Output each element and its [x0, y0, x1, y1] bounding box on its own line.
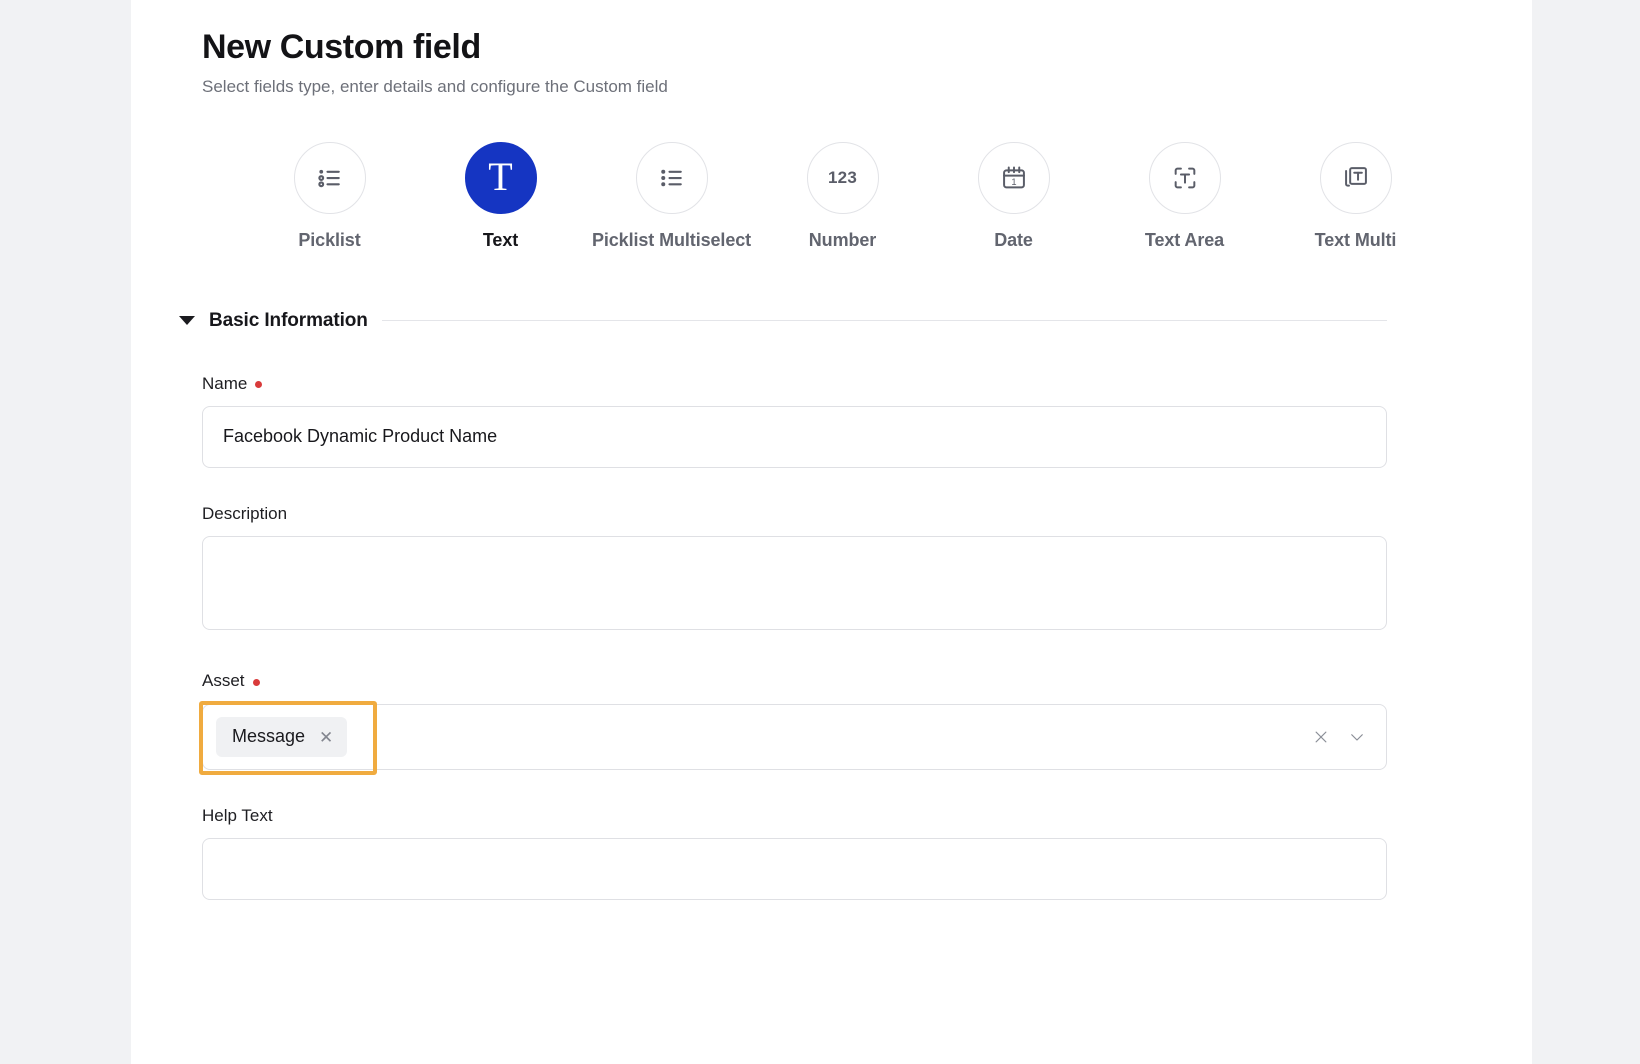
name-input[interactable] [202, 406, 1387, 468]
serif-t-glyph: T [488, 157, 512, 197]
field-type-label: Text Multi [1315, 230, 1397, 252]
field-label-description: Description [202, 504, 1387, 524]
serif-t-icon: T [465, 142, 537, 214]
calendar-icon: 1 [978, 142, 1050, 214]
section-title: Basic Information [209, 310, 368, 332]
field-type-label: Picklist Multiselect [592, 230, 751, 252]
field-label-name: Name [202, 374, 1387, 394]
close-icon[interactable] [1312, 728, 1330, 746]
field-type-option-picklist[interactable]: Picklist [244, 142, 415, 252]
label-text: Description [202, 504, 287, 524]
field-type-label: Text Area [1145, 230, 1224, 252]
field-help-text: Help Text [202, 806, 1387, 905]
text-area-icon [1149, 142, 1221, 214]
section-header-basic-information[interactable]: Basic Information [179, 310, 1532, 332]
chip-label: Message [232, 726, 305, 748]
text-multi-icon [1320, 142, 1392, 214]
field-type-option-text-area[interactable]: Text Area [1099, 142, 1270, 252]
svg-text:1: 1 [1011, 176, 1016, 186]
field-name: Name [202, 374, 1387, 468]
label-text: Name [202, 374, 247, 394]
chevron-down-icon[interactable] [1348, 728, 1366, 746]
field-type-label: Text [483, 230, 518, 252]
field-description: Description [202, 504, 1387, 635]
page-subtitle: Select fields type, enter details and co… [202, 76, 1532, 98]
number-glyph: 123 [828, 168, 857, 188]
field-type-option-text[interactable]: T Text [415, 142, 586, 252]
page-title: New Custom field [202, 26, 1532, 69]
asset-actions [1312, 728, 1366, 746]
field-type-option-text-multi[interactable]: Text Multi [1270, 142, 1441, 252]
asset-chip-message[interactable]: Message ✕ [216, 717, 347, 757]
label-text: Help Text [202, 806, 273, 826]
field-type-option-picklist-multiselect[interactable]: Picklist Multiselect [586, 142, 757, 252]
asset-multiselect[interactable]: Message ✕ [202, 704, 1387, 770]
required-indicator-icon [253, 679, 260, 686]
field-type-picker: Picklist T Text [131, 98, 1532, 252]
field-type-option-date[interactable]: 1 Date [928, 142, 1099, 252]
close-icon[interactable]: ✕ [319, 729, 333, 746]
right-gutter [1532, 0, 1640, 1064]
page-root: New Custom field Select fields type, ent… [0, 0, 1640, 1064]
page-header: New Custom field Select fields type, ent… [131, 0, 1532, 98]
field-label-help-text: Help Text [202, 806, 1387, 826]
bulleted-list-icon [636, 142, 708, 214]
label-text: Asset [202, 671, 245, 691]
field-type-option-number[interactable]: 123 Number [757, 142, 928, 252]
help-text-textarea[interactable] [202, 838, 1387, 900]
section-divider [382, 320, 1387, 321]
content-panel: New Custom field Select fields type, ent… [131, 0, 1532, 1064]
caret-down-icon[interactable] [179, 316, 195, 325]
field-label-asset: Asset [202, 671, 1387, 691]
description-textarea[interactable] [202, 536, 1387, 630]
custom-field-form: Name Description Asset [131, 374, 1532, 906]
bulleted-list-mixed-icon [294, 142, 366, 214]
left-gutter [0, 0, 131, 1064]
required-indicator-icon [255, 381, 262, 388]
field-type-label: Number [809, 230, 876, 252]
field-type-label: Date [994, 230, 1033, 252]
number-123-icon: 123 [807, 142, 879, 214]
field-asset: Asset Message ✕ [202, 671, 1387, 769]
field-type-label: Picklist [298, 230, 360, 252]
